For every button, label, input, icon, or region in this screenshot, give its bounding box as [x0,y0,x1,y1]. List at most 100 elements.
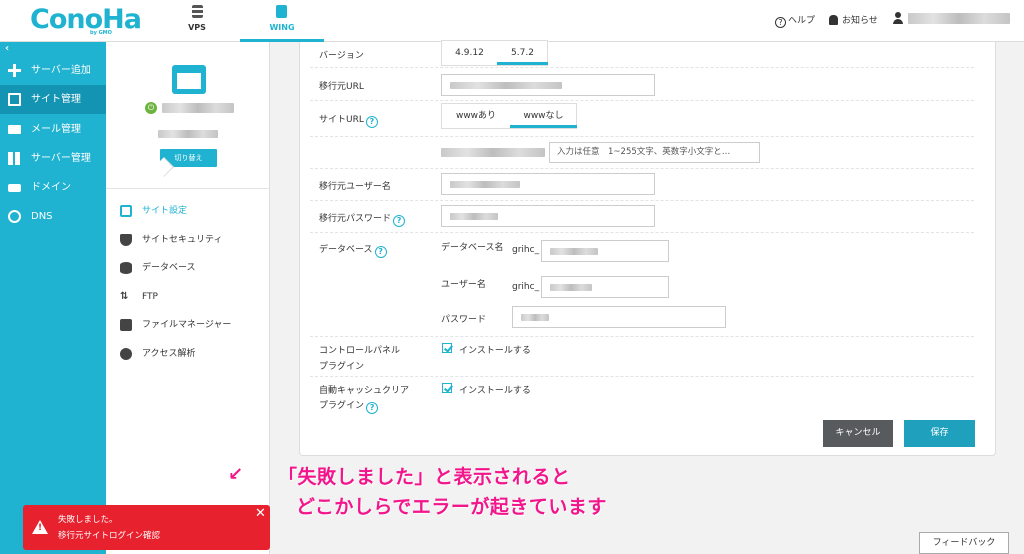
sidebar-item-add-server[interactable]: サーバー追加 [0,56,106,85]
row-divider [310,100,974,101]
sidebar-item-label: メール管理 [31,124,81,135]
cache-label-line2-text: プラグイン [319,401,365,411]
www-option-selected[interactable]: wwwなし [510,104,577,128]
source-user-value-redacted [450,181,520,188]
help-icon[interactable]: ? [374,246,387,258]
sidebar-item-dns[interactable]: DNS [0,202,106,231]
sidebar-item-label: DNS [31,211,53,222]
help-label: ヘルプ [788,16,816,26]
conoha-logo[interactable]: ConoHa [30,4,142,35]
save-button[interactable]: 保存 [904,420,975,447]
source-url-value-redacted [450,82,562,89]
db-password-value-redacted [521,314,549,321]
menu-item-site-settings[interactable]: サイト設定 [120,204,187,218]
server-icon [8,152,21,165]
tab-wing-label: WING [269,23,295,32]
user-icon[interactable] [893,12,903,24]
source-url-input[interactable] [441,74,655,96]
tab-vps[interactable]: VPS [156,0,238,42]
menu-item-label: ファイルマネージャー [142,320,232,330]
db-user-prefix: grihc_ [512,282,540,292]
row-divider [310,67,974,68]
db-user-input[interactable] [541,276,669,298]
user-name-redacted[interactable] [908,13,1010,24]
notices-label: お知らせ [842,16,878,26]
pie-chart-icon [120,348,132,360]
cache-checkbox[interactable] [442,383,452,393]
shield-icon [120,234,132,246]
toast-message: 失敗しました。 [58,515,118,525]
feedback-button[interactable]: フィードバック [919,532,1009,554]
database-icon [120,262,132,274]
menu-item-file-manager[interactable]: ファイルマネージャー [120,318,231,332]
cache-label-line2: プラグイン? [319,398,379,414]
close-icon[interactable]: ✕ [255,506,266,521]
help-icon[interactable]: ? [365,116,378,128]
sidebar: ‹ サーバー追加 サイト管理 メール管理 サーバー管理 ドメイン DNS [0,42,106,554]
notices-link[interactable]: お知らせ [829,13,878,26]
source-password-value-redacted [450,213,498,220]
version-option[interactable]: 4.9.12 [442,41,497,65]
row-divider [310,200,974,201]
row-divider [310,336,974,337]
globe-icon [8,210,21,223]
error-toast: 失敗しました。 移行元サイトログイン確認 ✕ [23,505,270,550]
menu-item-label: アクセス解析 [142,349,196,359]
logo-sub: by GMO [90,30,112,36]
source-user-input[interactable] [441,173,655,195]
annotation-line2: どこかしらでエラーが起きています [296,496,607,518]
sidebar-item-label: サーバー追加 [31,65,91,76]
plus-icon [8,64,21,77]
cancel-button[interactable]: キャンセル [823,420,893,447]
version-option-selected[interactable]: 5.7.2 [497,41,548,65]
sidebar-item-domain[interactable]: ドメイン [0,173,106,202]
transfer-icon: ⇅ [120,291,129,302]
sidebar-item-server[interactable]: サーバー管理 [0,144,106,173]
site-icon [8,93,21,106]
db-password-input[interactable] [512,306,726,328]
menu-item-label: データベース [142,263,196,273]
sidebar-item-site-management[interactable]: サイト管理 [0,85,106,114]
settings-icon [120,205,132,217]
cache-checkbox-label[interactable]: インストールする [459,383,531,396]
power-icon: ⏻ [145,102,157,114]
menu-item-database[interactable]: データベース [120,261,196,275]
mail-icon [8,125,21,134]
db-user-value-redacted [550,284,592,291]
help-icon[interactable]: ? [366,402,379,414]
control-panel-checkbox[interactable] [442,343,452,353]
help-icon[interactable]: ? [393,215,406,227]
menu-item-site-security[interactable]: サイトセキュリティ [120,233,222,247]
control-panel-label-line1: コントロールパネル [319,346,401,356]
annotation-arrow: ↙ [228,464,244,485]
server-icon [192,5,203,18]
www-option[interactable]: wwwあり [442,104,510,128]
db-password-label: パスワード [441,315,487,325]
collapse-sidebar-button[interactable]: ‹ [5,43,9,54]
sidebar-item-mail[interactable]: メール管理 [0,115,106,144]
db-name-input[interactable] [541,240,669,262]
help-link[interactable]: ? ヘルプ [775,13,815,28]
path-input[interactable]: 入力は任意 1~255文字、英数字小文字と… [549,142,760,163]
menu-item-label: FTP [142,292,158,302]
source-password-label-text: 移行元パスワード [319,214,392,224]
cache-label-line1: 自動キャッシュクリア [319,386,410,396]
annotation-line1: 「失敗しました」と表示されると [278,466,571,488]
control-panel-checkbox-label[interactable]: インストールする [459,343,531,356]
tab-vps-label: VPS [188,23,206,32]
menu-item-ftp[interactable]: ⇅ FTP [120,290,158,304]
db-name-value-redacted [550,248,598,255]
database-label-text: データベース [319,245,373,255]
menu-item-label: サイト設定 [142,206,188,216]
site-url-label-text: サイトURL [319,115,364,125]
source-password-input[interactable] [441,205,655,227]
help-icon: ? [775,17,786,28]
menu-item-analytics[interactable]: アクセス解析 [120,347,196,361]
divider [106,188,270,189]
db-user-label: ユーザー名 [441,280,486,290]
folder-icon [120,319,132,331]
control-panel-label-line2: プラグイン [319,362,365,372]
tab-wing[interactable]: WING [240,0,324,42]
source-url-label: 移行元URL [319,82,364,92]
database-label: データベース? [319,242,387,258]
